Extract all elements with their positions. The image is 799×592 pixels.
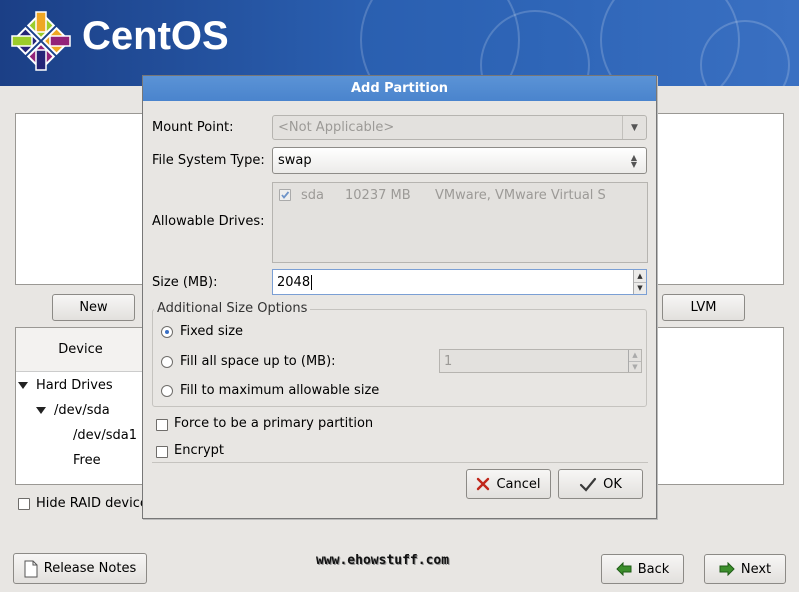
allowable-drives-label: Allowable Drives: [152, 214, 265, 229]
encrypt-checkbox[interactable] [156, 446, 168, 458]
encrypt-label: Encrypt [174, 443, 224, 458]
release-notes-button[interactable]: Release Notes [13, 553, 147, 584]
tree-label: Free [73, 453, 101, 468]
fs-type-label: File System Type: [152, 153, 265, 168]
chevron-down-icon: ▼ [622, 116, 646, 139]
expander-icon[interactable] [18, 382, 28, 389]
fixed-size-radio[interactable] [161, 326, 173, 338]
force-primary-label: Force to be a primary partition [174, 416, 374, 431]
drive-size: 10237 MB [345, 188, 411, 203]
close-icon [477, 477, 490, 491]
fs-type-select[interactable]: swap ▲ ▼ [272, 147, 647, 174]
centos-logo-text: CentOS [82, 14, 229, 58]
spin-up-icon[interactable]: ▲ [634, 270, 646, 282]
fs-type-value: swap [278, 153, 312, 168]
size-value: 2048 [277, 274, 311, 290]
tree-row-hard-drives[interactable]: Hard Drives [18, 378, 113, 393]
dialog-title: Add Partition [143, 76, 656, 101]
fill-upto-value: 1 [444, 353, 453, 369]
drive-sda-checkbox [279, 189, 291, 201]
release-notes-label: Release Notes [43, 561, 137, 576]
watermark-text: www.ehowstuff.com [316, 553, 450, 568]
drive-model: VMware, VMware Virtual S [435, 188, 606, 203]
check-icon [281, 191, 290, 199]
expander-icon[interactable] [36, 407, 46, 414]
tree-row-dev-sda[interactable]: /dev/sda [36, 403, 110, 418]
spin-down-icon[interactable]: ▼ [634, 281, 646, 295]
next-label: Next [740, 561, 772, 577]
new-button[interactable]: New [52, 294, 135, 321]
size-spinbox[interactable]: 2048 ▲ ▼ [272, 269, 647, 295]
fill-max-label: Fill to maximum allowable size [180, 383, 380, 398]
drives-list: sda 10237 MB VMware, VMware Virtual S [272, 182, 648, 263]
lvm-button[interactable]: LVM [662, 294, 745, 321]
tree-row-free[interactable]: Free [73, 453, 101, 468]
spin-up-icon: ▲ [632, 351, 638, 360]
check-icon [580, 477, 597, 492]
hide-raid-label: Hide RAID device [36, 496, 148, 511]
centos-logo-icon [11, 11, 71, 71]
fill-max-radio[interactable] [161, 385, 173, 397]
drive-name: sda [301, 188, 324, 203]
new-button-label: New [79, 300, 108, 315]
fixed-size-label: Fixed size [180, 324, 244, 339]
text-cursor [311, 274, 313, 290]
device-header-label: Device [58, 342, 103, 357]
fill-upto-spinbox: 1 ▲ ▼ [439, 349, 642, 373]
document-icon [24, 560, 38, 577]
hide-raid-checkbox[interactable] [18, 498, 30, 510]
ok-button[interactable]: OK [558, 469, 643, 499]
mount-point-value: <Not Applicable> [278, 120, 395, 135]
size-label: Size (MB): [152, 275, 218, 290]
updown-arrows-icon: ▲ ▼ [630, 152, 638, 169]
arrow-left-icon [616, 562, 632, 576]
separator [152, 462, 648, 463]
mount-point-label: Mount Point: [152, 120, 234, 135]
fill-upto-spin-buttons: ▲ ▼ [628, 350, 641, 372]
size-spin-buttons[interactable]: ▲ ▼ [633, 270, 646, 294]
tree-label: /dev/sda1 [73, 428, 137, 443]
back-button[interactable]: Back [601, 554, 684, 584]
next-button[interactable]: Next [704, 554, 786, 584]
ok-label: OK [603, 476, 622, 492]
cancel-label: Cancel [496, 476, 541, 492]
tree-label: /dev/sda [54, 403, 110, 418]
device-column-header[interactable]: Device [16, 328, 146, 372]
arrow-right-icon [719, 562, 735, 576]
fill-upto-label: Fill all space up to (MB): [180, 354, 336, 369]
fill-upto-radio[interactable] [161, 356, 173, 368]
cancel-button[interactable]: Cancel [466, 469, 551, 499]
tree-label: Hard Drives [36, 378, 113, 393]
force-primary-checkbox[interactable] [156, 419, 168, 431]
back-label: Back [637, 561, 670, 577]
lvm-button-label: LVM [690, 300, 717, 315]
additional-size-options-title: Additional Size Options [154, 301, 311, 316]
add-partition-dialog: Add Partition Mount Point: <Not Applicab… [142, 75, 657, 519]
centos-banner: CentOS [0, 0, 799, 86]
mount-point-combo: <Not Applicable> ▼ [272, 115, 647, 140]
spin-down-icon: ▼ [629, 360, 641, 373]
tree-row-dev-sda1[interactable]: /dev/sda1 [73, 428, 137, 443]
